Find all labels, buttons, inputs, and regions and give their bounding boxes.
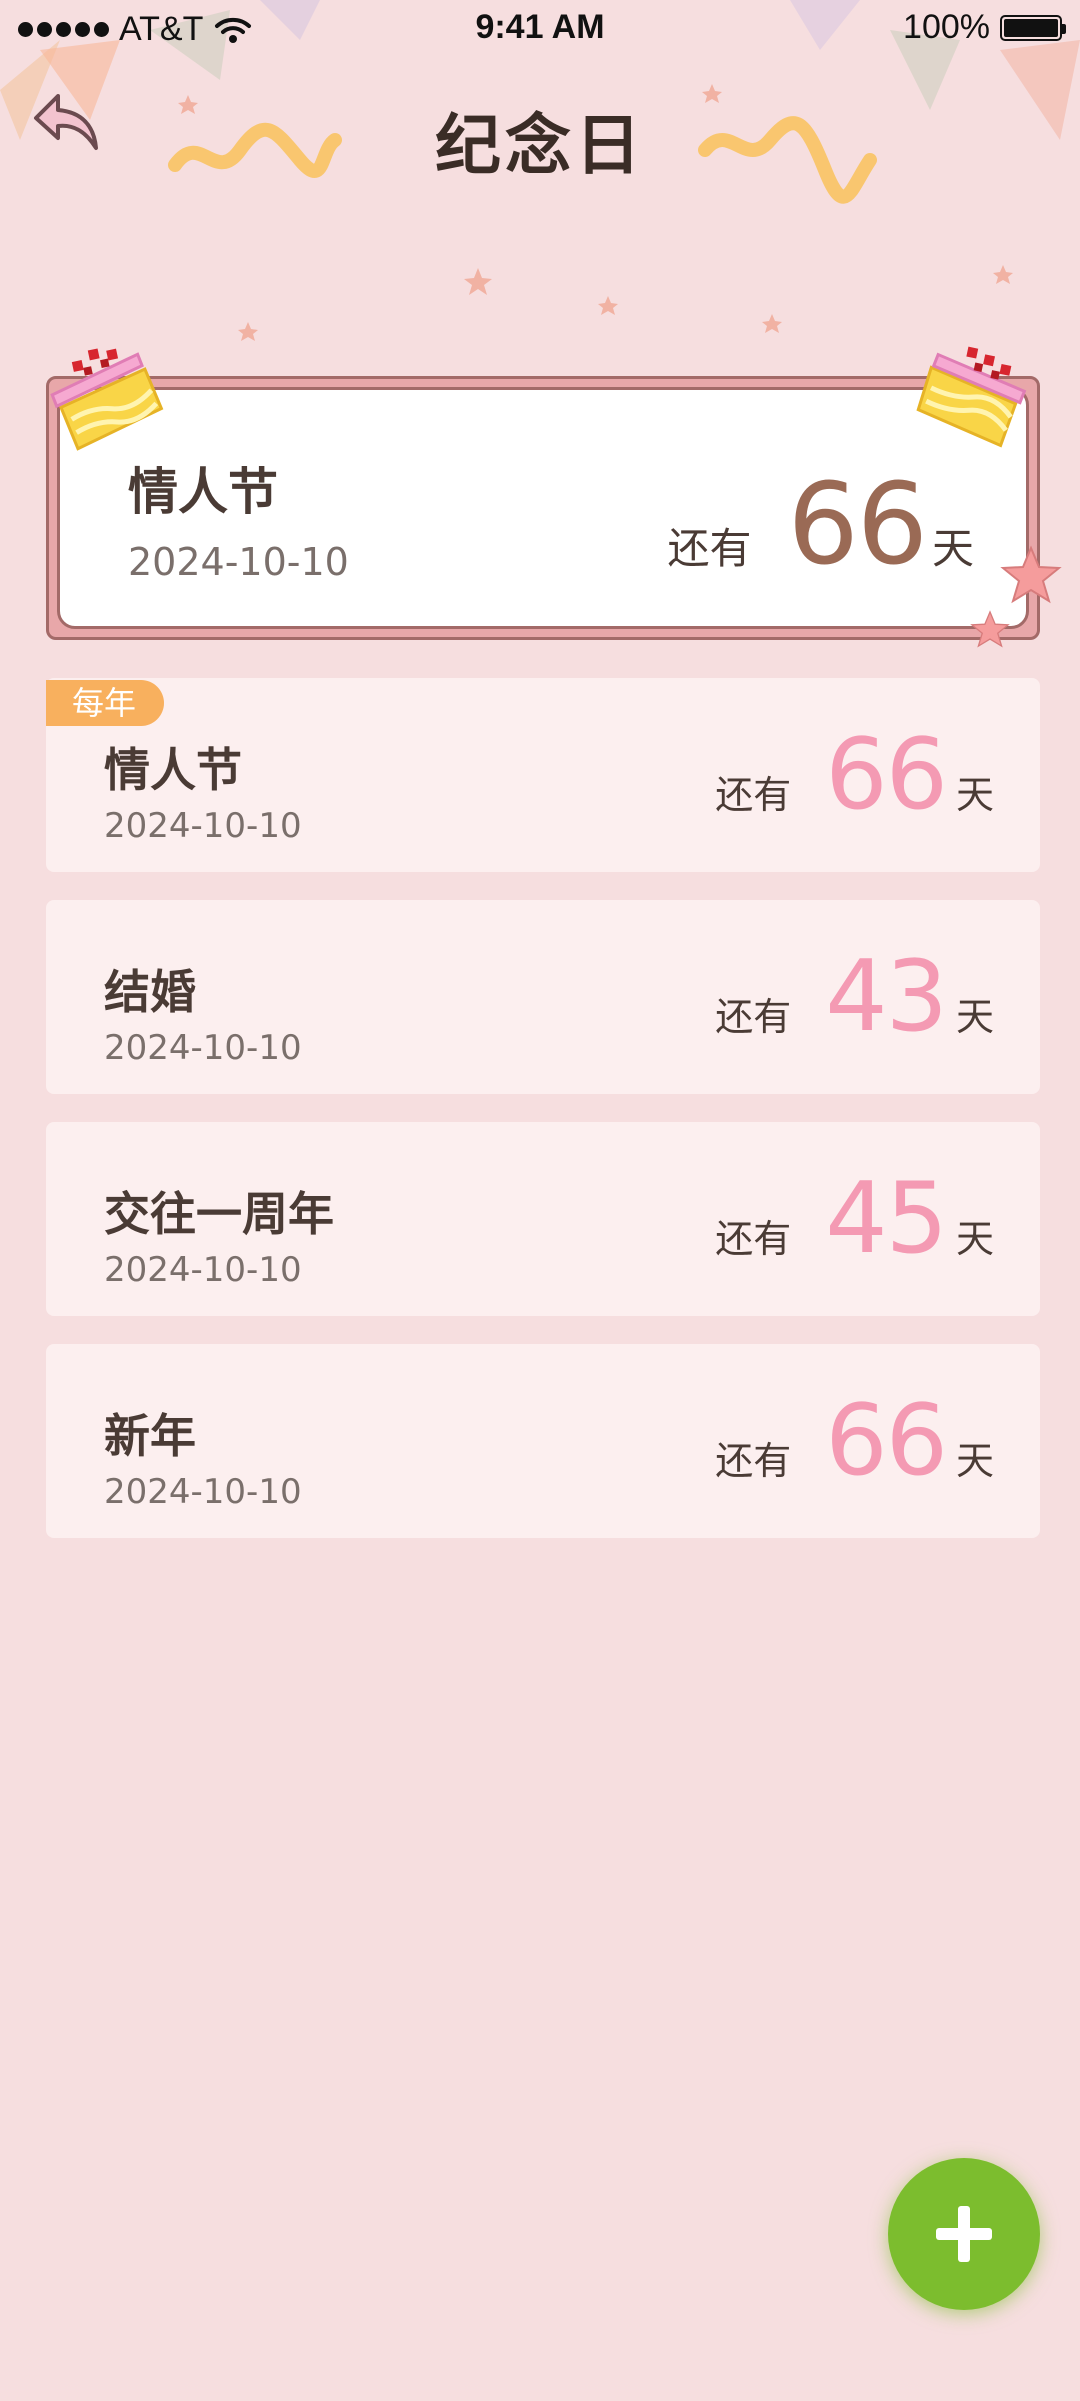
countdown-suffix: 天: [955, 773, 994, 817]
event-card[interactable]: 交往一周年 2024-10-10 还有 45 天: [46, 1122, 1040, 1316]
event-date: 2024-10-10: [104, 806, 302, 846]
countdown-prefix: 还有: [715, 995, 792, 1039]
cake-icon: [50, 348, 164, 451]
star-icon: [1000, 545, 1062, 604]
battery-icon: [1000, 14, 1066, 41]
event-date: 2024-10-10: [104, 1028, 302, 1068]
cake-icon: [916, 346, 1027, 448]
countdown-suffix: 天: [955, 1439, 994, 1483]
status-bar: AT&T 9:41 AM 100%: [0, 0, 1080, 60]
event-name: 新年: [104, 1409, 196, 1463]
featured-event-card[interactable]: 情人节 2024-10-10 还有 66 天: [46, 376, 1040, 640]
event-countdown: 还有 45 天: [715, 1162, 994, 1276]
featured-event-name: 情人节: [128, 463, 278, 521]
event-list: 每年 情人节 2024-10-10 还有 66 天 结婚 2024-10-10 …: [46, 678, 1040, 1566]
event-name: 交往一周年: [104, 1187, 334, 1241]
battery-percent: 100%: [903, 8, 990, 46]
featured-countdown-prefix: 还有: [667, 524, 752, 573]
event-date: 2024-10-10: [104, 1250, 302, 1290]
featured-event-inner: 情人节 2024-10-10 还有 66 天: [57, 387, 1029, 629]
featured-event-date: 2024-10-10: [128, 540, 349, 584]
event-card[interactable]: 每年 情人节 2024-10-10 还有 66 天: [46, 678, 1040, 872]
event-card[interactable]: 结婚 2024-10-10 还有 43 天: [46, 900, 1040, 1094]
featured-countdown-days: 66: [787, 460, 928, 590]
featured-countdown-suffix: 天: [931, 524, 974, 573]
status-right: 100%: [903, 8, 1066, 47]
event-name: 结婚: [104, 965, 196, 1019]
countdown-suffix: 天: [955, 995, 994, 1039]
plus-icon: [936, 2206, 992, 2262]
countdown-prefix: 还有: [715, 773, 792, 817]
event-date: 2024-10-10: [104, 1472, 302, 1512]
page-title: 纪念日: [435, 107, 645, 184]
countdown-days: 43: [825, 940, 948, 1054]
countdown-prefix: 还有: [715, 1439, 792, 1483]
countdown-days: 66: [825, 718, 948, 832]
featured-countdown: 还有 66 天: [667, 460, 974, 590]
countdown-days: 45: [825, 1162, 948, 1276]
repeat-badge: 每年: [46, 680, 165, 726]
battery-fill: [1004, 18, 1058, 37]
event-countdown: 还有 66 天: [715, 1384, 994, 1498]
countdown-prefix: 还有: [715, 1217, 792, 1261]
event-countdown: 还有 66 天: [715, 718, 994, 832]
star-icon: [970, 610, 1010, 648]
event-name: 情人节: [104, 743, 242, 797]
event-countdown: 还有 43 天: [715, 940, 994, 1054]
event-card[interactable]: 新年 2024-10-10 还有 66 天: [46, 1344, 1040, 1538]
countdown-suffix: 天: [955, 1217, 994, 1261]
countdown-days: 66: [825, 1384, 948, 1498]
add-event-button[interactable]: [888, 2158, 1040, 2310]
